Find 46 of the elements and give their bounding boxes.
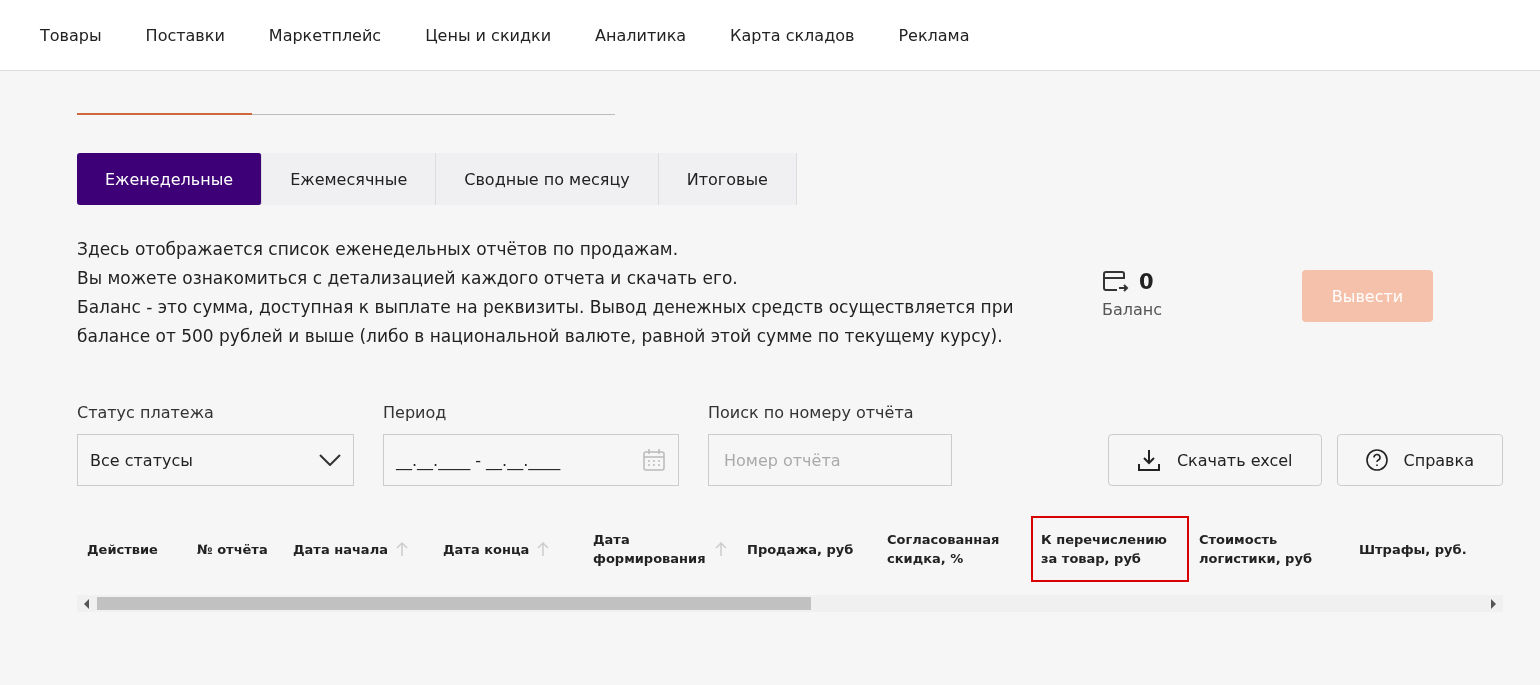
chevron-down-icon	[319, 454, 341, 466]
column-header: Штрафы, руб.	[1358, 540, 1468, 559]
report-tab[interactable]: Еженедельные	[77, 153, 263, 205]
nav-link[interactable]: Товары	[40, 25, 102, 45]
description-text: Здесь отображается список еженедельных отчётов по продажам.	[77, 238, 680, 261]
scroll-right-icon[interactable]	[1489, 599, 1497, 609]
column-header[interactable]: Дата формирования	[583, 516, 737, 582]
horizontal-scrollbar[interactable]	[77, 595, 1503, 612]
nav-link[interactable]: Поставки	[145, 25, 225, 45]
nav-link[interactable]: Маркетплейс	[268, 25, 382, 45]
column-header[interactable]: Дата начала	[283, 516, 433, 582]
nav-link[interactable]: Карта складов	[730, 25, 855, 45]
report-tab[interactable]: Ежемесячные	[262, 153, 437, 205]
download-icon	[1136, 448, 1161, 472]
help-icon	[1365, 449, 1388, 471]
wallet-icon	[1102, 271, 1129, 293]
nav-link[interactable]: Аналитика	[595, 25, 687, 45]
sort-arrow-icon[interactable]	[715, 541, 727, 557]
nav-link[interactable]: Реклама	[898, 25, 970, 45]
calendar-icon	[642, 448, 666, 472]
sort-arrow-icon[interactable]	[395, 541, 408, 557]
report-tab[interactable]: Итоговые	[658, 153, 797, 205]
field-label: Период	[383, 403, 448, 422]
status-dropdown[interactable]: Все статусы	[77, 434, 354, 486]
column-header: Согласованная скидка, %	[886, 531, 1001, 568]
nav-link[interactable]: Цены и скидки	[425, 25, 552, 45]
column-header: Действие	[86, 540, 159, 559]
column-header: Стоимость логистики, руб	[1198, 531, 1313, 568]
column-header[interactable]: Дата конца	[433, 516, 583, 582]
help-button[interactable]: Справка	[1336, 434, 1503, 486]
balance-value: 0	[1139, 270, 1154, 294]
description-text: Вы можете ознакомиться с детализацией каждого отчета и скачать его.	[77, 267, 739, 290]
balance-label: Баланс	[1102, 300, 1164, 319]
scroll-left-icon[interactable]	[83, 599, 91, 609]
column-header: Продажа, руб	[746, 540, 855, 559]
report-tab[interactable]: Сводные по месяцу	[436, 153, 659, 205]
column-header: К перечислению за товар, руб	[1031, 516, 1189, 582]
field-label: Поиск по номеру отчёта	[708, 403, 915, 422]
scrollbar-thumb[interactable]	[97, 597, 811, 610]
field-label: Статус платежа	[77, 403, 215, 422]
description-text: Баланс - это сумма, доступная к выплате на реквизиты. Вывод денежных средств осуществляется при балансе от 500 рублей и выше (либо в национальной валюте, равной этой сумме по текущему курсу).	[77, 296, 1015, 348]
column-header: № отчёта	[196, 540, 269, 559]
period-field[interactable]: __.__.____ - __.__.____	[383, 434, 679, 486]
sort-arrow-icon[interactable]	[537, 541, 550, 557]
report-number-input[interactable]: Номер отчёта	[708, 434, 952, 486]
download-excel-button[interactable]: Скачать excel	[1107, 434, 1322, 486]
